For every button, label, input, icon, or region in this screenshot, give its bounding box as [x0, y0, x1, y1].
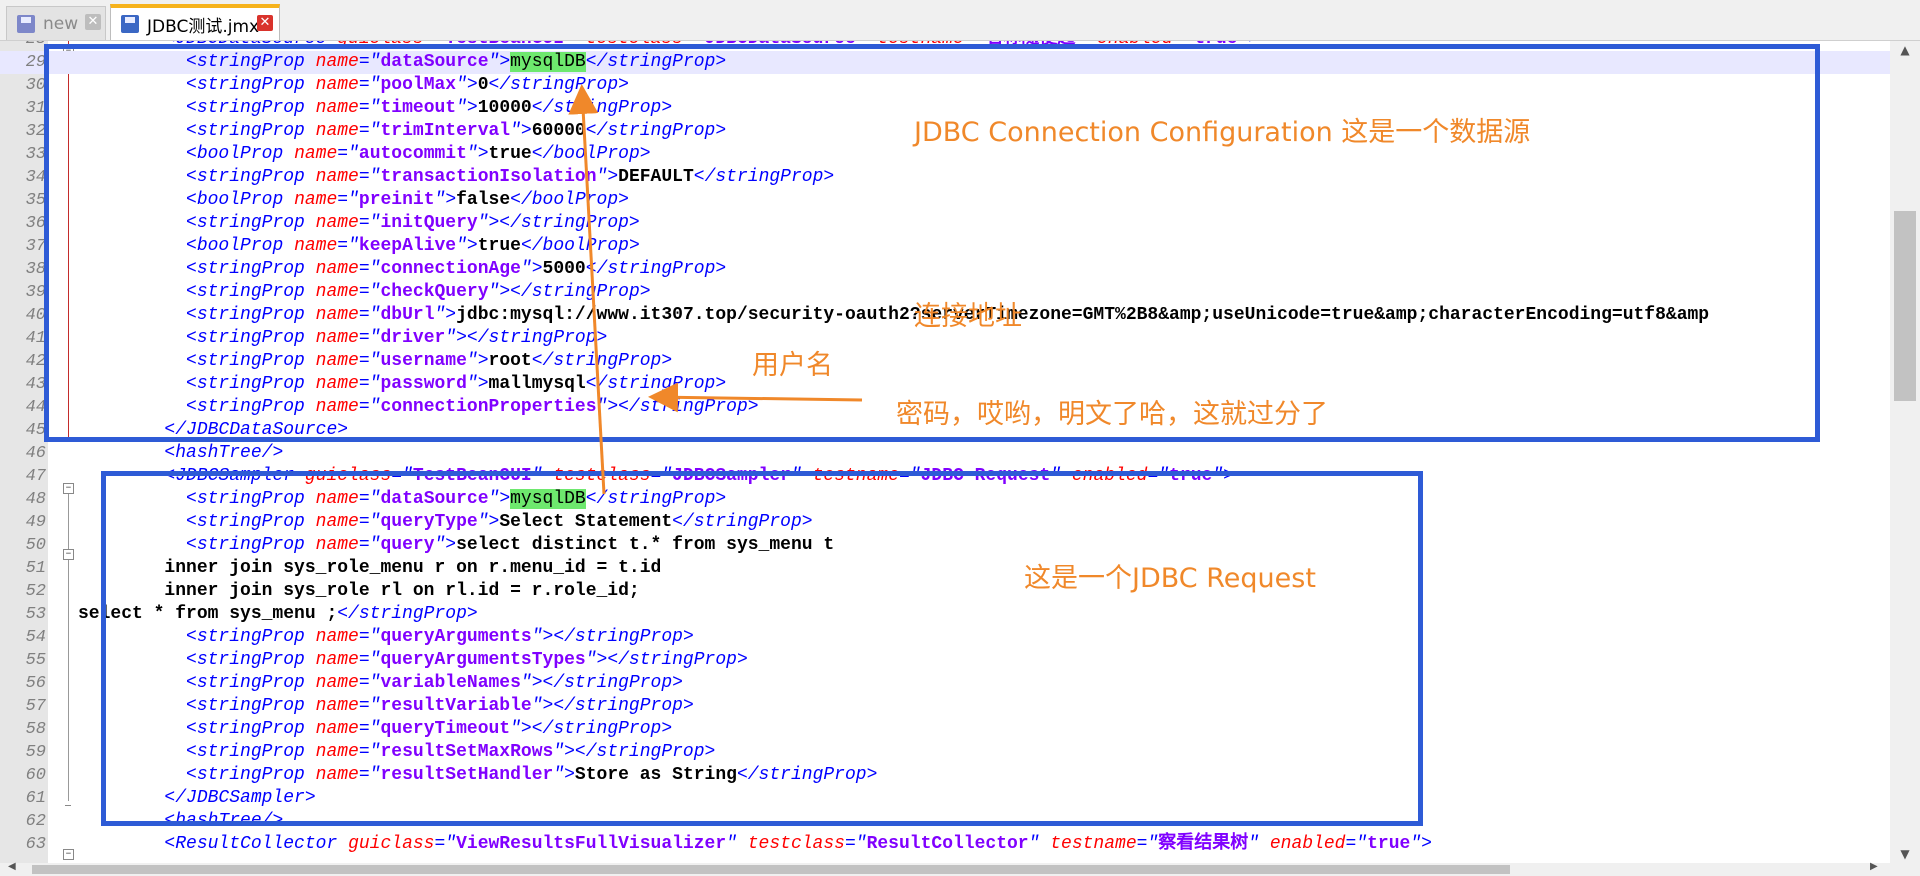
line-number: 62	[25, 812, 46, 831]
line-number: 44	[25, 398, 46, 417]
line-number: 47	[25, 467, 46, 486]
code-line[interactable]: 63 <ResultCollector guiclass="ViewResult…	[0, 833, 1890, 856]
line-number: 39	[25, 283, 46, 302]
line-number: 49	[25, 513, 46, 532]
line-number: 45	[25, 421, 46, 440]
line-number: 58	[25, 720, 46, 739]
line-number: 31	[25, 99, 46, 118]
tab-bar: new 1 ✕ JDBC测试.jmx ✕	[0, 0, 1920, 41]
line-number: 55	[25, 651, 46, 670]
line-number: 40	[25, 306, 46, 325]
code-token: "	[1028, 834, 1051, 854]
scroll-up-icon[interactable]: ▲	[1890, 43, 1920, 57]
line-number: 37	[25, 237, 46, 256]
line-number: 41	[25, 329, 46, 348]
line-number: 54	[25, 628, 46, 647]
line-number: 46	[25, 444, 46, 463]
line-number: 30	[25, 76, 46, 95]
tab-new-1[interactable]: new 1 ✕	[6, 6, 106, 40]
request-note: 这是一个JDBC Request	[1024, 563, 1316, 594]
code-token: 察看结果树	[1158, 834, 1249, 854]
code-token: <ResultCollector	[164, 834, 349, 854]
code-token: ="	[844, 834, 867, 854]
line-number: 43	[25, 375, 46, 394]
jdbc-request-annotation-box	[101, 471, 1423, 826]
code-token: ">	[1410, 834, 1432, 854]
save-icon	[17, 14, 35, 33]
line-number: 60	[25, 766, 46, 785]
code-token: ="	[1345, 834, 1368, 854]
code-text: <hashTree/>	[78, 442, 283, 465]
code-line[interactable]: 46 <hashTree/>	[0, 442, 1890, 465]
line-number: 52	[25, 582, 46, 601]
line-number: 51	[25, 559, 46, 578]
scrollbar-thumb[interactable]	[32, 865, 1510, 874]
save-icon	[121, 15, 139, 33]
code-token: guiclass	[348, 834, 435, 854]
code-token: ="	[1136, 834, 1159, 854]
line-number: 59	[25, 743, 46, 762]
line-number: 48	[25, 490, 46, 509]
line-number: 35	[25, 191, 46, 210]
url-note: 连接地址	[914, 301, 1022, 332]
tab-label: JDBC测试.jmx	[147, 16, 260, 37]
code-token: true	[1367, 834, 1411, 854]
line-number: 42	[25, 352, 46, 371]
line-number: 57	[25, 697, 46, 716]
code-token: enabled	[1269, 834, 1346, 854]
code-token: ResultCollector	[866, 834, 1029, 854]
line-number: 61	[25, 789, 46, 808]
code-token: "	[726, 834, 748, 854]
line-number: 34	[25, 168, 46, 187]
code-token: <hashTree/>	[164, 443, 284, 463]
code-token: testname	[1050, 834, 1137, 854]
scroll-right-icon[interactable]: ▶	[1870, 861, 1878, 872]
tab-jdbc-jmx[interactable]: JDBC测试.jmx ✕	[110, 4, 280, 40]
line-number: 38	[25, 260, 46, 279]
line-number: 28	[0, 41, 46, 51]
datasource-annotation-box	[44, 44, 1820, 442]
line-number: 53	[25, 605, 46, 624]
line-number: 36	[25, 214, 46, 233]
password-note: 密码，哎哟，明文了哈，这就过分了	[896, 399, 1328, 430]
code-token: ="	[434, 834, 457, 854]
code-token: "	[1248, 834, 1270, 854]
scrollbar-thumb[interactable]	[1894, 211, 1916, 401]
close-icon[interactable]: ✕	[257, 15, 273, 31]
line-number: 32	[25, 122, 46, 141]
vertical-scrollbar[interactable]: ▲ ▼	[1890, 41, 1920, 863]
line-number: 29	[25, 53, 46, 72]
line-number: 56	[25, 674, 46, 693]
code-token: testclass	[747, 834, 845, 854]
code-token: ViewResultsFullVisualizer	[456, 834, 727, 854]
close-icon[interactable]: ✕	[85, 14, 101, 30]
code-text: <ResultCollector guiclass="ViewResultsFu…	[78, 833, 1432, 856]
username-note: 用户名	[752, 350, 833, 381]
scroll-left-icon[interactable]: ◀	[8, 861, 16, 872]
line-number: 33	[25, 145, 46, 164]
horizontal-scrollbar[interactable]: ◀ ▶	[0, 861, 1920, 876]
line-number: 50	[25, 536, 46, 555]
line-number: 63	[25, 835, 46, 854]
scroll-down-icon[interactable]: ▼	[1890, 847, 1920, 861]
datasource-note: JDBC Connection Configuration 这是一个数据源	[914, 117, 1531, 148]
